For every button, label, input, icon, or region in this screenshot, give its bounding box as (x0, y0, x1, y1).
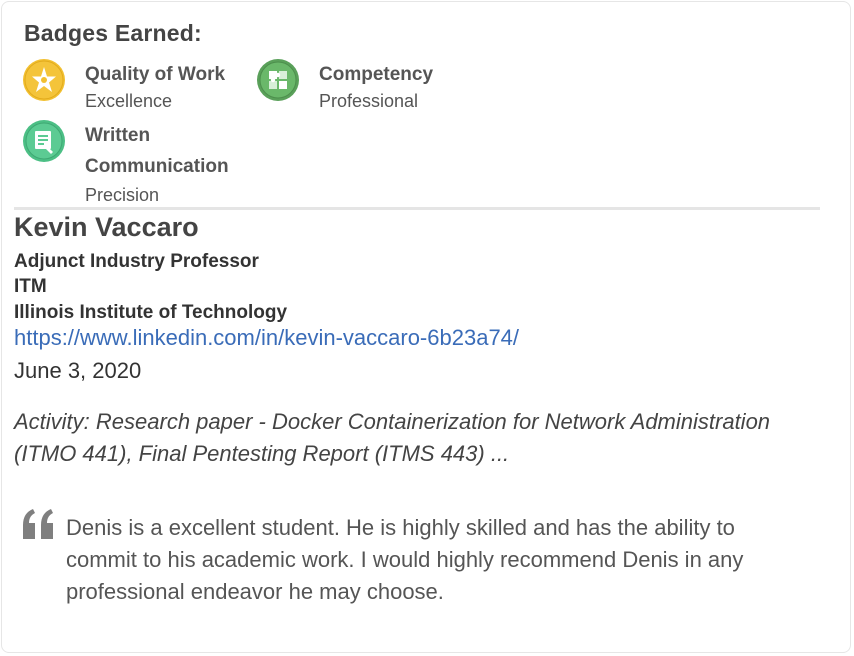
recommender-name: Kevin Vaccaro (14, 212, 199, 242)
recommender-title: Adjunct Industry Professor (14, 251, 259, 272)
document-edit-icon (23, 120, 65, 162)
badge-level: Excellence (85, 91, 173, 111)
badge-name-line2: Communication (85, 156, 229, 177)
divider (14, 207, 820, 210)
badge-name-line1: Written (85, 125, 151, 146)
badges-title: Badges Earned: (24, 20, 202, 46)
linkedin-link[interactable]: https://www.linkedin.com/in/kevin-vaccar… (14, 325, 519, 351)
recommendation-quote: Denis is a excellent student. He is high… (66, 515, 744, 604)
recommendation-date: June 3, 2020 (14, 358, 142, 383)
puzzle-icon (257, 59, 299, 101)
badge-name: Quality of Work (85, 64, 226, 85)
badge-level: Professional (319, 91, 419, 111)
activity-description: Activity: Research paper - Docker Contai… (14, 409, 771, 466)
star-icon (23, 59, 65, 101)
recommendation-card: Badges Earned: Quality of Work Excellenc… (1, 1, 851, 653)
quote-icon (20, 505, 60, 545)
badge-level: Precision (85, 185, 160, 205)
recommender-institution: Illinois Institute of Technology (14, 302, 288, 323)
badge-name: Competency (319, 64, 434, 85)
recommender-department: ITM (14, 276, 47, 297)
